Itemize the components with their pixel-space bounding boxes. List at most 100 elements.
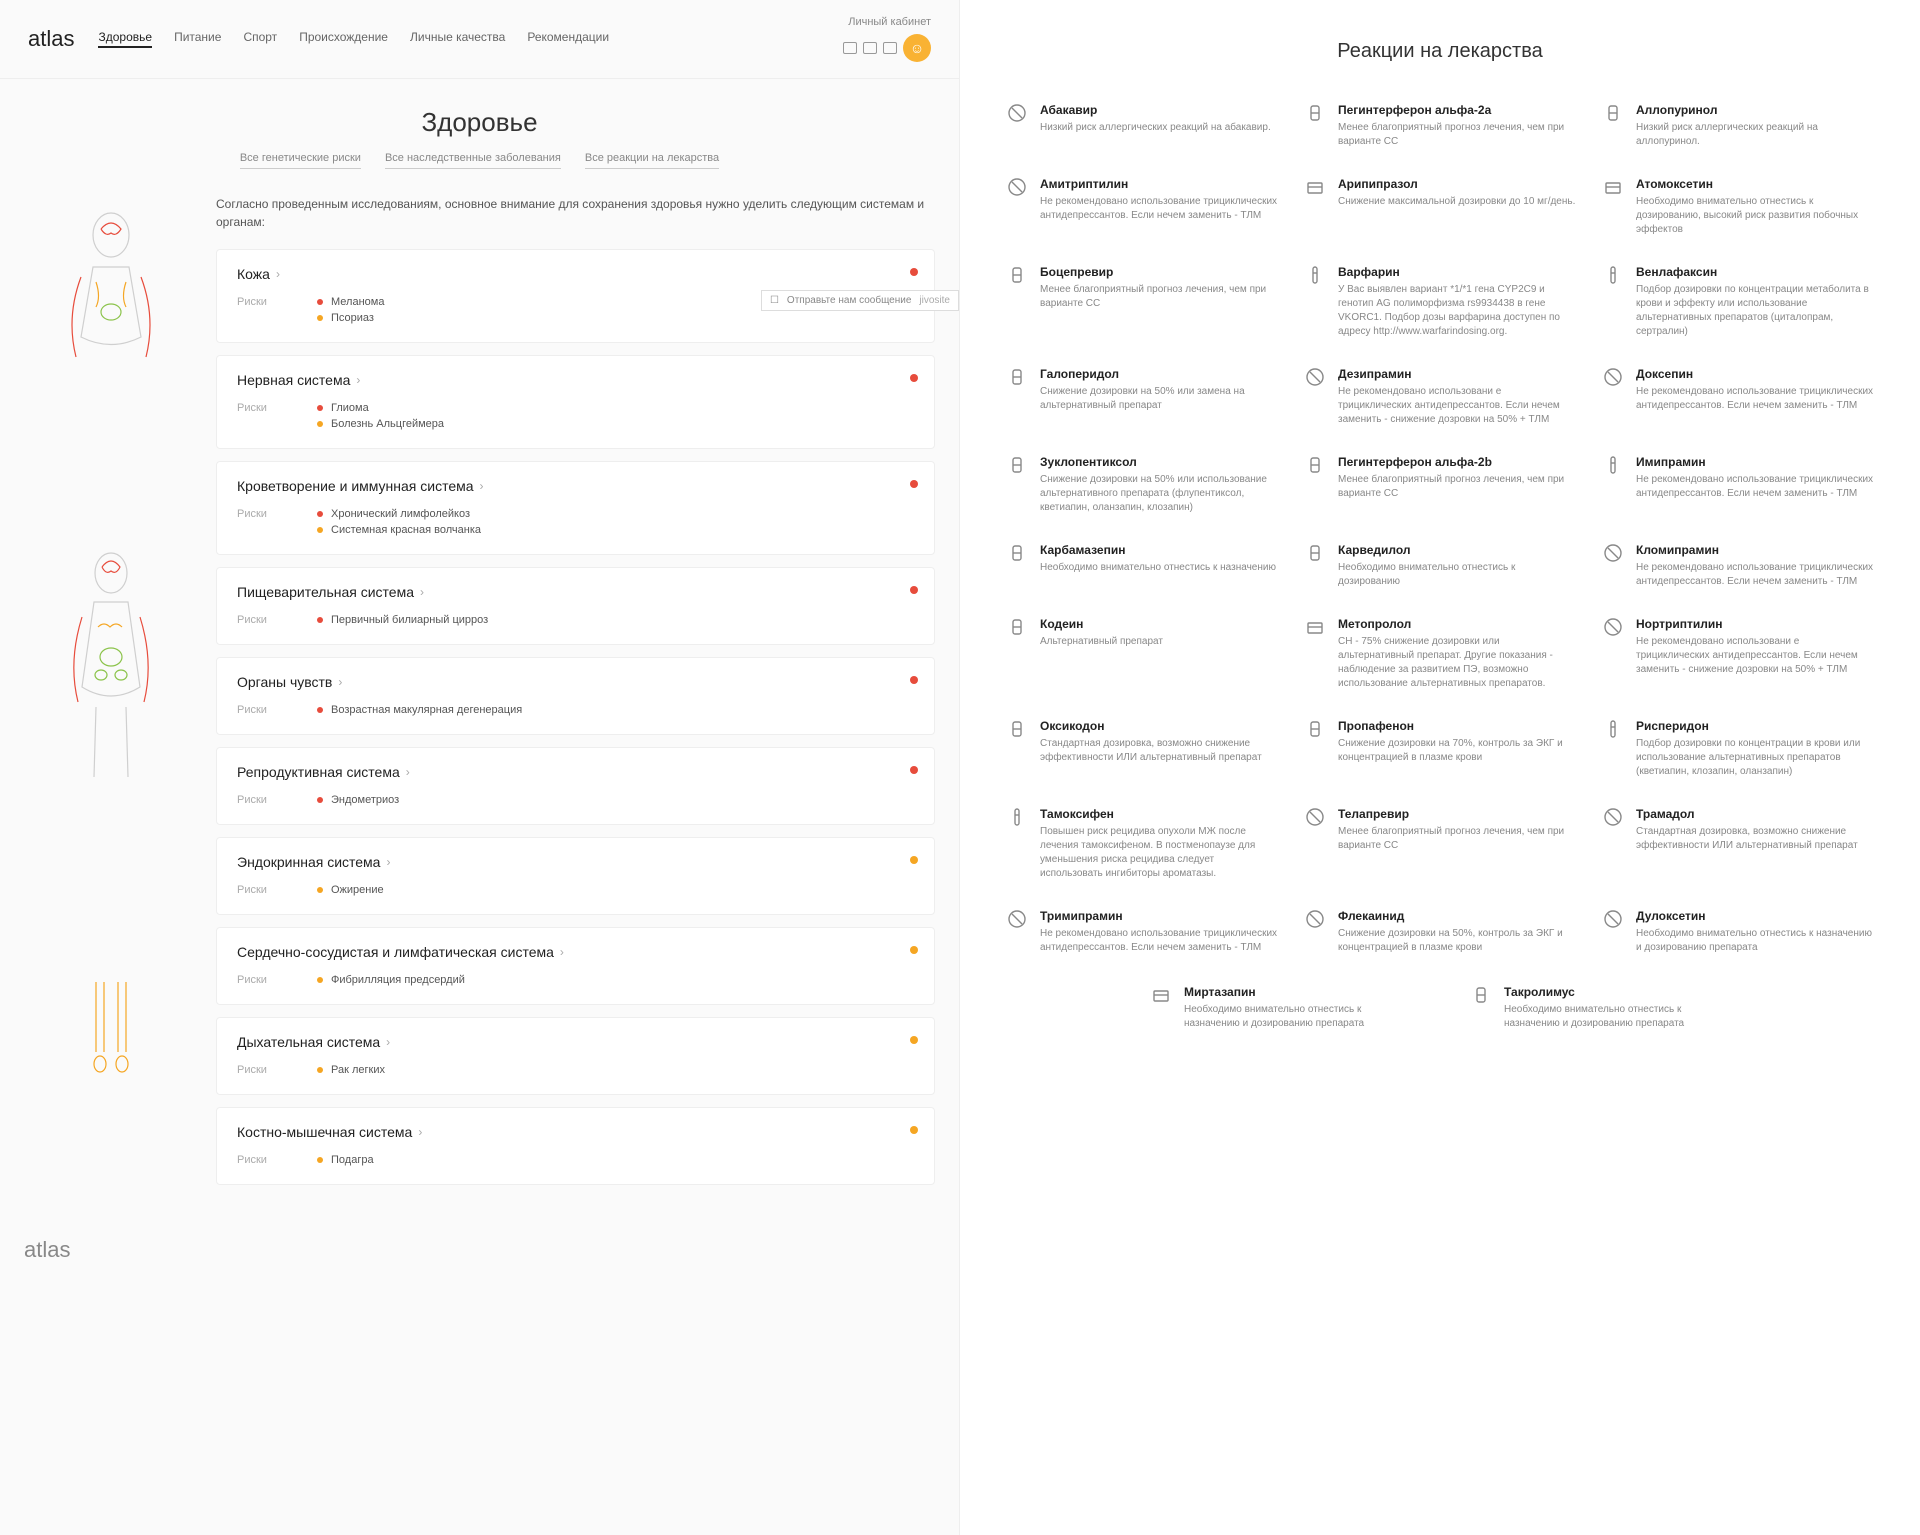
medication-item[interactable]: Кодеин Альтернативный препарат — [1006, 617, 1278, 691]
medication-item[interactable]: Оксикодон Стандартная дозировка, возможн… — [1006, 719, 1278, 779]
medication-description: Снижение дозировки на 50%, контроль за Э… — [1338, 927, 1576, 955]
medication-item[interactable]: Атомоксетин Необходимо внимательно отнес… — [1602, 177, 1874, 237]
medication-icon — [1006, 719, 1028, 741]
medication-item[interactable]: Венлафаксин Подбор дозировки по концентр… — [1602, 265, 1874, 339]
chevron-right-icon: › — [420, 585, 424, 599]
medications-title: Реакции на лекарства — [1006, 40, 1874, 63]
subnav-item-0[interactable]: Все генетические риски — [240, 152, 361, 169]
risks-label: Риски — [237, 1154, 287, 1170]
medication-item[interactable]: Нортриптилин Не рекомендовано использова… — [1602, 617, 1874, 691]
medication-item[interactable]: Карведилол Необходимо внимательно отнест… — [1304, 543, 1576, 589]
medication-icon — [1602, 177, 1624, 199]
system-card[interactable]: Нервная система› РискиГлиомаБолезнь Альц… — [216, 355, 935, 449]
system-card[interactable]: Репродуктивная система› РискиЭндометриоз — [216, 747, 935, 825]
anatomy-mid-icon — [24, 547, 198, 847]
medication-item[interactable]: Пегинтерферон альфа-2а Менее благоприятн… — [1304, 103, 1576, 149]
medication-item[interactable]: Боцепревир Менее благоприятный прогноз л… — [1006, 265, 1278, 339]
page-title: Здоровье — [0, 107, 959, 138]
risk-item: Фибрилляция предсердий — [317, 974, 465, 986]
intro-text: Согласно проведенным исследованиям, осно… — [216, 195, 935, 231]
subnav-item-1[interactable]: Все наследственные заболевания — [385, 152, 561, 169]
medication-icon — [1602, 103, 1624, 125]
calendar-icon[interactable] — [863, 42, 877, 54]
severity-dot-icon — [910, 676, 918, 684]
medication-item[interactable]: Рисперидон Подбор дозировки по концентра… — [1602, 719, 1874, 779]
medication-item[interactable]: Трамадол Стандартная дозировка, возможно… — [1602, 807, 1874, 881]
medication-item[interactable]: Дезипрамин Не рекомендовано использовани… — [1304, 367, 1576, 427]
medication-icon — [1304, 265, 1326, 287]
medication-item[interactable]: Метопролол СН - 75% снижение дозировки и… — [1304, 617, 1576, 691]
medication-name: Метопролол — [1338, 617, 1576, 631]
medication-icon — [1304, 617, 1326, 639]
medication-item[interactable]: Зуклопентиксол Снижение дозировки на 50%… — [1006, 455, 1278, 515]
medication-item[interactable]: Миртазапин Необходимо внимательно отнест… — [1150, 985, 1410, 1031]
medication-description: У Вас выявлен вариант *1/*1 гена CYP2C9 … — [1338, 283, 1576, 339]
medication-icon — [1304, 103, 1326, 125]
medication-item[interactable]: Абакавир Низкий риск аллергических реакц… — [1006, 103, 1278, 149]
medication-icon — [1006, 103, 1028, 125]
medication-item[interactable]: Карбамазепин Необходимо внимательно отне… — [1006, 543, 1278, 589]
medication-description: Менее благоприятный прогноз лечения, чем… — [1040, 283, 1278, 311]
medication-name: Оксикодон — [1040, 719, 1278, 733]
avatar[interactable]: ☺ — [903, 34, 931, 62]
system-card[interactable]: Дыхательная система› РискиРак легких — [216, 1017, 935, 1095]
risks-list: ГлиомаБолезнь Альцгеймера — [317, 402, 444, 434]
nav-item-3[interactable]: Происхождение — [299, 30, 388, 48]
medication-name: Кломипрамин — [1636, 543, 1874, 557]
system-card[interactable]: Пищеварительная система› РискиПервичный … — [216, 567, 935, 645]
risks-list: Подагра — [317, 1154, 374, 1170]
medication-item[interactable]: Тамоксифен Повышен риск рецидива опухоли… — [1006, 807, 1278, 881]
account-label[interactable]: Личный кабинет — [848, 16, 931, 28]
medication-description: Менее благоприятный прогноз лечения, чем… — [1338, 121, 1576, 149]
medication-item[interactable]: Тримипрамин Не рекомендовано использован… — [1006, 909, 1278, 955]
medication-item[interactable]: Пропафенон Снижение дозировки на 70%, ко… — [1304, 719, 1576, 779]
chevron-right-icon: › — [560, 945, 564, 959]
medication-item[interactable]: Варфарин У Вас выявлен вариант *1/*1 ген… — [1304, 265, 1576, 339]
medication-item[interactable]: Кломипрамин Не рекомендовано использован… — [1602, 543, 1874, 589]
nav-item-4[interactable]: Личные качества — [410, 30, 505, 48]
medication-icon — [1304, 719, 1326, 741]
subnav-item-2[interactable]: Все реакции на лекарства — [585, 152, 719, 169]
medication-item[interactable]: Доксепин Не рекомендовано использование … — [1602, 367, 1874, 427]
medication-item[interactable]: Пегинтерферон альфа-2b Менее благоприятн… — [1304, 455, 1576, 515]
nav-item-1[interactable]: Питание — [174, 30, 221, 48]
chat-widget[interactable]: ☐ Отправьте нам сообщение jivosite — [761, 290, 959, 311]
system-cards: Кожа› РискиМеланомаПсориаз Нервная систе… — [216, 249, 935, 1185]
chevron-right-icon: › — [418, 1125, 422, 1139]
risks-label: Риски — [237, 794, 287, 810]
system-card[interactable]: Эндокринная система› РискиОжирение — [216, 837, 935, 915]
medication-description: Менее благоприятный прогноз лечения, чем… — [1338, 473, 1576, 501]
system-card[interactable]: Костно-мышечная система› РискиПодагра — [216, 1107, 935, 1185]
health-sub-nav: Все генетические риски Все наследственные… — [0, 152, 959, 169]
medication-item[interactable]: Такролимус Необходимо внимательно отнест… — [1470, 985, 1730, 1031]
medication-item[interactable]: Аллопуринол Низкий риск аллергических ре… — [1602, 103, 1874, 149]
medication-name: Карбамазепин — [1040, 543, 1276, 557]
card-title: Репродуктивная система› — [237, 764, 914, 780]
chat-icon[interactable] — [883, 42, 897, 54]
medication-icon — [1150, 985, 1172, 1007]
medication-name: Аллопуринол — [1636, 103, 1874, 117]
medication-item[interactable]: Флекаинид Снижение дозировки на 50%, кон… — [1304, 909, 1576, 955]
card-title: Дыхательная система› — [237, 1034, 914, 1050]
nav-item-2[interactable]: Спорт — [243, 30, 277, 48]
medication-item[interactable]: Имипрамин Не рекомендовано использование… — [1602, 455, 1874, 515]
system-card[interactable]: Сердечно-сосудистая и лимфатическая сист… — [216, 927, 935, 1005]
medication-item[interactable]: Арипипразол Снижение максимальной дозиро… — [1304, 177, 1576, 237]
logo[interactable]: atlas — [28, 26, 74, 52]
device-icon[interactable] — [843, 42, 857, 54]
anatomy-top-icon — [24, 207, 198, 507]
medication-item[interactable]: Галоперидол Снижение дозировки на 50% ил… — [1006, 367, 1278, 427]
system-card[interactable]: Органы чувств› РискиВозрастная макулярна… — [216, 657, 935, 735]
medication-item[interactable]: Амитриптилин Не рекомендовано использова… — [1006, 177, 1278, 237]
medication-icon — [1304, 543, 1326, 565]
medication-name: Абакавир — [1040, 103, 1271, 117]
medication-item[interactable]: Телапревир Менее благоприятный прогноз л… — [1304, 807, 1576, 881]
nav-item-5[interactable]: Рекомендации — [527, 30, 609, 48]
medication-icon — [1602, 807, 1624, 829]
system-card[interactable]: Кроветворение и иммунная система› РискиХ… — [216, 461, 935, 555]
risk-item: Первичный билиарный цирроз — [317, 614, 488, 626]
chevron-right-icon: › — [480, 479, 484, 493]
medication-name: Телапревир — [1338, 807, 1576, 821]
nav-item-0[interactable]: Здоровье — [98, 30, 152, 48]
medication-item[interactable]: Дулоксетин Необходимо внимательно отнест… — [1602, 909, 1874, 955]
